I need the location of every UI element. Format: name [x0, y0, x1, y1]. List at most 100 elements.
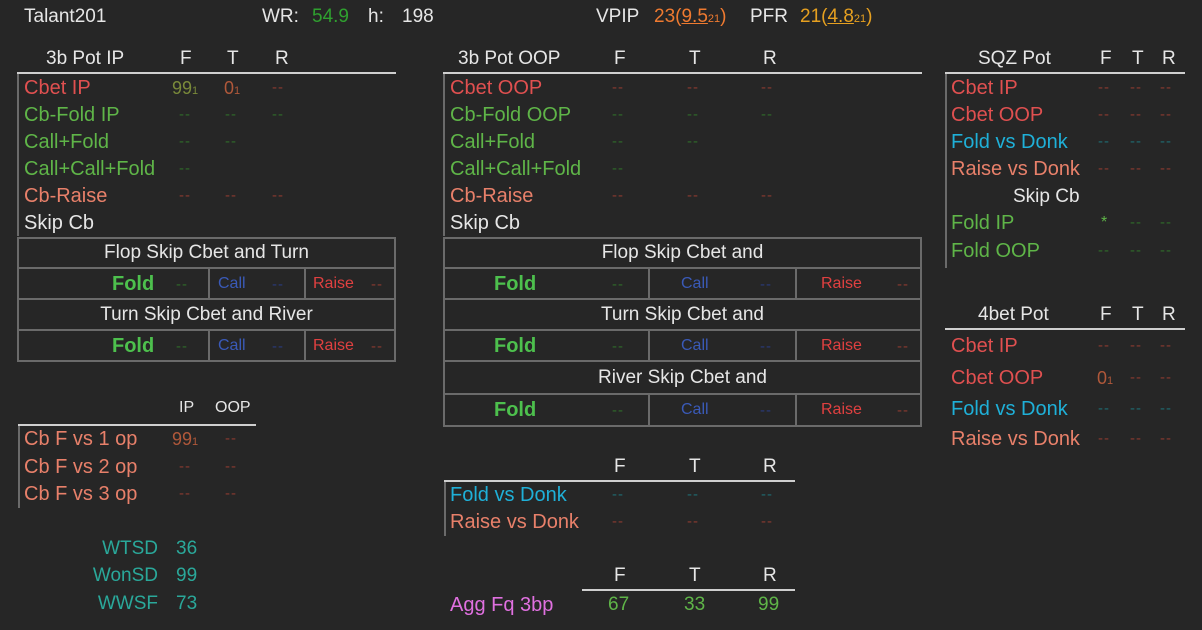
donk-raise-f[interactable]: -- [612, 513, 624, 530]
sqz-raisedonk-t[interactable]: -- [1130, 160, 1142, 177]
fourbet-row-label: Cbet OOP [951, 367, 1044, 389]
wonsd-label: WonSD [92, 565, 158, 586]
sqz-raisedonk-r[interactable]: -- [1160, 160, 1172, 177]
donk-raise-r[interactable]: -- [761, 513, 773, 530]
fourbet-cbetoop-f[interactable]: 01 [1097, 367, 1113, 392]
sqz-folddonk-f[interactable]: -- [1098, 133, 1110, 150]
player-name[interactable]: Talant201 [24, 5, 106, 29]
sqz-cbetip-r[interactable]: -- [1160, 79, 1172, 96]
oop-cbfold-t[interactable]: -- [687, 106, 699, 123]
vpip-sub-value: 9.5 [681, 6, 708, 27]
wonsd-value[interactable]: 99 [176, 564, 197, 588]
sqz-cbetoop-r[interactable]: -- [1160, 106, 1172, 123]
oop-cbraise-f[interactable]: -- [612, 187, 624, 204]
ip-panel-title: 3b Pot IP [46, 48, 125, 69]
ip-cbraise-f[interactable]: -- [179, 187, 191, 204]
pfr-sub-count: 21 [853, 13, 867, 25]
fourbet-cbetip-r[interactable]: -- [1160, 337, 1172, 354]
cbf-row2-oop[interactable]: -- [225, 458, 237, 475]
ip-callfold-f[interactable]: -- [179, 133, 191, 150]
cbf-row3-oop[interactable]: -- [225, 485, 237, 502]
fourbet-folddonk-t[interactable]: -- [1130, 400, 1142, 417]
donk-fold-t[interactable]: -- [687, 486, 699, 503]
ip-flop-skip-title: Flop Skip Cbet and Turn [104, 242, 309, 263]
cbf-row1-ip-count: 1 [192, 436, 199, 448]
donk-raise-t[interactable]: -- [687, 513, 699, 530]
oop-cbfold-r[interactable]: -- [761, 106, 773, 123]
fourbet-raisedonk-f[interactable]: -- [1098, 430, 1110, 447]
fourbet-folddonk-r[interactable]: -- [1160, 400, 1172, 417]
sqz-foldoop-t[interactable]: -- [1130, 242, 1142, 259]
oop-callfold-f[interactable]: -- [612, 133, 624, 150]
sqz-foldip-r[interactable]: -- [1160, 214, 1172, 231]
wtsd-value[interactable]: 36 [176, 537, 197, 561]
oop-col-f: F [614, 48, 626, 69]
cbf-row3-ip[interactable]: -- [179, 485, 191, 502]
oop-cbraise-r[interactable]: -- [761, 187, 773, 204]
oop-col-r: R [763, 48, 777, 69]
ip-turn-call-value: -- [272, 338, 284, 355]
oop-cbet-f[interactable]: -- [612, 79, 624, 96]
fourbet-panel-title: 4bet Pot [978, 304, 1049, 325]
agg-r[interactable]: 99 [758, 593, 779, 617]
fourbet-cbetoop-t[interactable]: -- [1130, 369, 1142, 386]
cbf-row1-oop[interactable]: -- [225, 430, 237, 447]
agg-t[interactable]: 33 [684, 593, 705, 617]
oop-flop-call-cell[interactable] [648, 267, 797, 300]
sqz-raisedonk-f[interactable]: -- [1098, 160, 1110, 177]
ip-cbet-f[interactable]: 991 [172, 77, 198, 102]
agg-f[interactable]: 67 [608, 593, 629, 617]
oop-header-rule [443, 72, 922, 74]
oop-flop-skip-title: Flop Skip Cbet and [601, 242, 764, 263]
sqz-cbetip-f[interactable]: -- [1098, 79, 1110, 96]
fourbet-raisedonk-r[interactable]: -- [1160, 430, 1172, 447]
oop-turn-call-cell[interactable] [648, 329, 797, 362]
sqz-foldoop-r[interactable]: -- [1160, 242, 1172, 259]
fourbet-folddonk-f[interactable]: -- [1098, 400, 1110, 417]
cbf-col-ip: IP [179, 399, 195, 416]
sqz-cbetoop-f[interactable]: -- [1098, 106, 1110, 123]
donk-fold-r[interactable]: -- [761, 486, 773, 503]
ip-cbraise-t[interactable]: -- [225, 187, 237, 204]
oop-cbfold-f[interactable]: -- [612, 106, 624, 123]
ip-turn-raise-value: -- [371, 338, 383, 355]
fourbet-raisedonk-t[interactable]: -- [1130, 430, 1142, 447]
fourbet-cbetip-f[interactable]: -- [1098, 337, 1110, 354]
sqz-folddonk-t[interactable]: -- [1130, 133, 1142, 150]
fourbet-cbetoop-r[interactable]: -- [1160, 369, 1172, 386]
oop-flop-fold-label: Fold [494, 273, 537, 295]
oop-cbet-t[interactable]: -- [687, 79, 699, 96]
donk-row-label: Fold vs Donk [450, 484, 567, 506]
ip-cbraise-r[interactable]: -- [272, 187, 284, 204]
donk-left-border [444, 482, 446, 536]
ip-cbfold-t[interactable]: -- [225, 106, 237, 123]
sqz-foldip-f[interactable]: * [1101, 213, 1107, 233]
oop-cbraise-t[interactable]: -- [687, 187, 699, 204]
donk-col-t: T [689, 456, 701, 477]
sqz-folddonk-r[interactable]: -- [1160, 133, 1172, 150]
cbf-row-label: Cb F vs 3 op [24, 483, 138, 505]
cbf-row1-ip[interactable]: 991 [172, 428, 198, 453]
oop-turn-raise-value: -- [897, 338, 909, 355]
ip-cbfold-f[interactable]: -- [179, 106, 191, 123]
fourbet-col-f: F [1100, 304, 1112, 325]
oop-callfold-t[interactable]: -- [687, 133, 699, 150]
sqz-cbetip-t[interactable]: -- [1130, 79, 1142, 96]
ip-callcallfold-f[interactable]: -- [179, 160, 191, 177]
sqz-foldoop-f[interactable]: -- [1098, 242, 1110, 259]
ip-callfold-t[interactable]: -- [225, 133, 237, 150]
fourbet-cbetip-t[interactable]: -- [1130, 337, 1142, 354]
wr-value: 54.9 [312, 6, 349, 27]
wwsf-value[interactable]: 73 [176, 592, 197, 616]
ip-cbet-t[interactable]: 01 [224, 77, 240, 102]
oop-callcallfold-f[interactable]: -- [612, 160, 624, 177]
ip-col-t: T [227, 48, 239, 69]
oop-cbet-r[interactable]: -- [761, 79, 773, 96]
sqz-foldip-t[interactable]: -- [1130, 214, 1142, 231]
sqz-cbetoop-t[interactable]: -- [1130, 106, 1142, 123]
ip-cbfold-r[interactable]: -- [272, 106, 284, 123]
ip-cbet-r[interactable]: -- [272, 79, 284, 96]
oop-river-call-cell[interactable] [648, 393, 797, 427]
donk-fold-f[interactable]: -- [612, 486, 624, 503]
cbf-row2-ip[interactable]: -- [179, 458, 191, 475]
